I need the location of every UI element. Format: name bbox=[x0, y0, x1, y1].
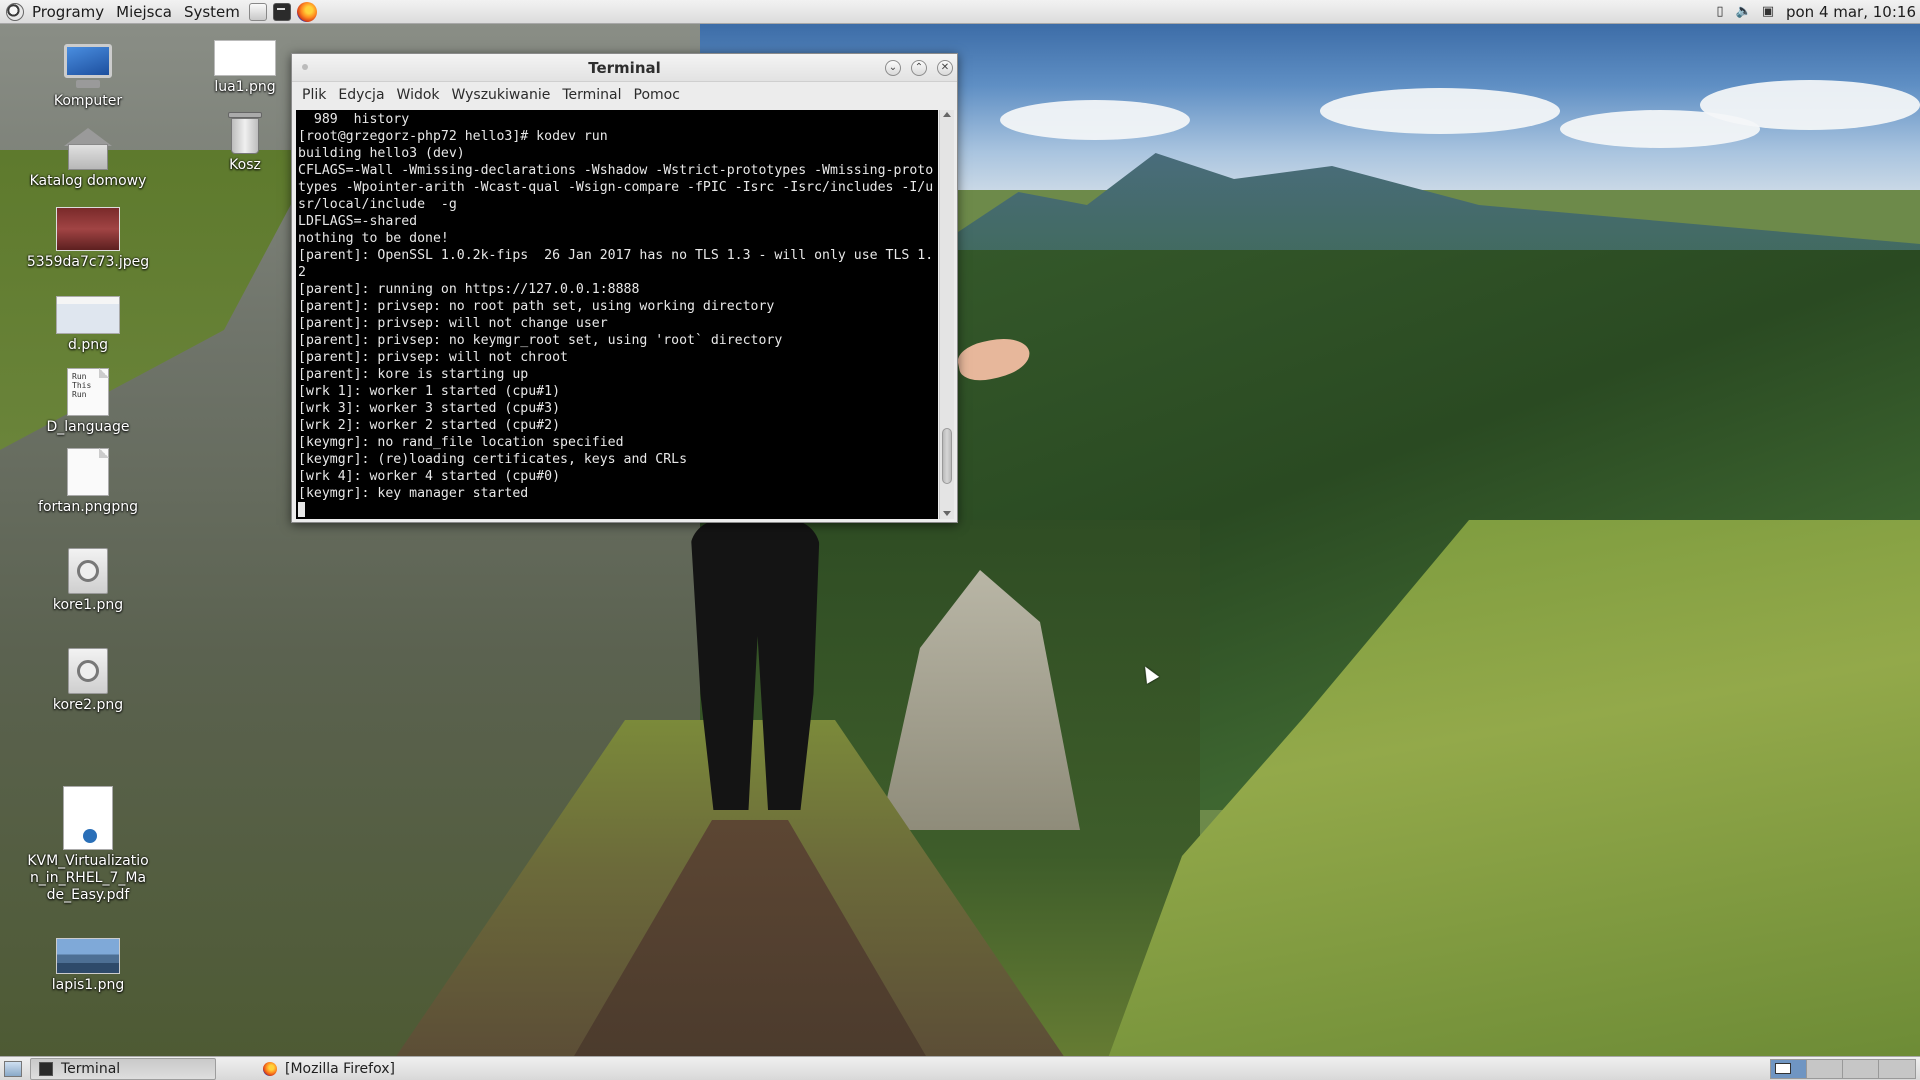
text-file-icon: Run This Run bbox=[67, 368, 109, 416]
top-panel: Programy Miejsca System ▯ 🔈 ▣ pon 4 mar,… bbox=[0, 0, 1920, 24]
terminal-line: [root@grzegorz-php72 hello3]# kodev run bbox=[298, 129, 608, 144]
desktop-icon-label: kore2.png bbox=[52, 697, 124, 713]
image-icon bbox=[56, 938, 120, 974]
terminal-line: [keymgr]: key manager started bbox=[298, 486, 529, 501]
workspace-4[interactable] bbox=[1879, 1059, 1915, 1078]
terminal-menubar: Plik Edycja Widok Wyszukiwanie Terminal … bbox=[292, 82, 957, 108]
bottom-panel: Terminal [Mozilla Firefox] bbox=[0, 1056, 1920, 1080]
scroll-down-arrow-icon[interactable] bbox=[943, 511, 951, 516]
desktop-icon-label: Katalog domowy bbox=[29, 173, 147, 189]
battery-icon[interactable]: ▯ bbox=[1712, 4, 1728, 20]
computer-icon bbox=[62, 44, 114, 90]
terminal-line: [wrk 4]: worker 4 started (cpu#0) bbox=[298, 469, 561, 484]
taskbar-item-firefox[interactable]: [Mozilla Firefox] bbox=[254, 1058, 514, 1080]
desktop-icon-computer[interactable]: Komputer bbox=[18, 44, 158, 110]
terminal-output: 989 history [root@grzegorz-php72 hello3]#… bbox=[296, 110, 938, 519]
desktop-icon-d-language[interactable]: Run This Run D_language bbox=[18, 368, 158, 436]
workspace-2[interactable] bbox=[1807, 1059, 1843, 1078]
terminal-line: [parent]: running on https://127.0.0.1:8… bbox=[298, 282, 640, 297]
distro-logo-icon[interactable] bbox=[6, 2, 24, 21]
terminal-line: [parent]: privsep: will not chroot bbox=[298, 350, 568, 365]
desktop-icon-label: 5359da7c73.jpeg bbox=[26, 254, 150, 270]
desktop-icon-kvm-pdf[interactable]: KVM_Virtualization_in_RHEL_7_Made_Easy.p… bbox=[18, 786, 158, 904]
show-desktop-icon[interactable] bbox=[4, 1060, 22, 1077]
terminal-line: [wrk 2]: worker 2 started (cpu#2) bbox=[298, 418, 561, 433]
window-titlebar[interactable]: Terminal ⌄ ⌃ ✕ bbox=[292, 54, 957, 82]
window-title: Terminal bbox=[588, 59, 661, 77]
scrollbar-thumb[interactable] bbox=[942, 427, 952, 484]
taskbar-item-terminal[interactable]: Terminal bbox=[30, 1057, 216, 1080]
pdf-icon bbox=[63, 786, 113, 850]
firefox-icon bbox=[263, 1061, 277, 1076]
terminal-line: [wrk 1]: worker 1 started (cpu#1) bbox=[298, 384, 561, 399]
desktop-icon-label: lapis1.png bbox=[51, 977, 125, 993]
terminal-line: [wrk 3]: worker 3 started (cpu#3) bbox=[298, 401, 561, 416]
close-icon[interactable]: ✕ bbox=[937, 60, 953, 76]
workspace-3[interactable] bbox=[1843, 1059, 1879, 1078]
terminal-icon bbox=[39, 1061, 53, 1076]
desktop-icon-label: d.png bbox=[68, 337, 108, 353]
media-file-icon bbox=[68, 648, 108, 694]
trash-icon bbox=[228, 110, 262, 154]
volume-icon[interactable]: 🔈 bbox=[1736, 4, 1752, 20]
desktop-icon-lapis1[interactable]: lapis1.png bbox=[18, 938, 158, 994]
image-icon bbox=[56, 207, 120, 251]
taskbar-item-label: Terminal bbox=[61, 1060, 121, 1077]
taskbar-item-label: [Mozilla Firefox] bbox=[285, 1060, 395, 1077]
workspace-1[interactable] bbox=[1771, 1059, 1807, 1078]
desktop-icon-label: kore1.png bbox=[52, 597, 124, 613]
terminal-output-area[interactable]: 989 history [root@grzegorz-php72 hello3]#… bbox=[296, 110, 938, 519]
terminal-line: nothing to be done! bbox=[298, 231, 449, 246]
files-launcher-icon[interactable] bbox=[248, 2, 267, 21]
maximize-icon[interactable]: ⌃ bbox=[911, 60, 927, 76]
home-folder-icon bbox=[64, 128, 112, 170]
desktop-icon-label: Komputer bbox=[53, 93, 123, 109]
menu-view[interactable]: Widok bbox=[391, 82, 446, 108]
text-file-icon bbox=[67, 448, 109, 496]
workspace-switcher bbox=[1770, 1058, 1916, 1079]
terminal-line: CFLAGS=-Wall -Wmissing-declarations -Wsh… bbox=[298, 163, 934, 212]
terminal-line: [parent]: privsep: no keymgr_root set, u… bbox=[298, 333, 783, 348]
file-preview: Run This Run bbox=[72, 372, 92, 399]
desktop-icon-kore2[interactable]: kore2.png bbox=[18, 648, 158, 714]
terminal-launcher-icon[interactable] bbox=[272, 2, 291, 21]
media-file-icon bbox=[68, 548, 108, 594]
terminal-line: [parent]: privsep: will not change user bbox=[298, 316, 608, 331]
desktop-icon-jpeg[interactable]: 5359da7c73.jpeg bbox=[18, 207, 158, 271]
firefox-launcher-icon[interactable] bbox=[296, 1, 317, 22]
terminal-scrollbar[interactable] bbox=[939, 110, 954, 519]
menu-help[interactable]: Pomoc bbox=[628, 82, 686, 108]
scroll-up-arrow-icon[interactable] bbox=[943, 112, 951, 117]
desktop-icon-label: D_language bbox=[46, 419, 130, 435]
terminal-line: [parent]: privsep: no root path set, usi… bbox=[298, 299, 775, 314]
menu-terminal[interactable]: Terminal bbox=[556, 82, 627, 108]
terminal-line: building hello3 (dev) bbox=[298, 146, 465, 161]
text-cursor bbox=[298, 502, 305, 517]
terminal-window[interactable]: Terminal ⌄ ⌃ ✕ Plik Edycja Widok Wyszuki… bbox=[291, 53, 958, 523]
desktop-icon-label: KVM_Virtualization_in_RHEL_7_Made_Easy.p… bbox=[27, 853, 149, 903]
desktop-icon-home[interactable]: Katalog domowy bbox=[18, 128, 158, 190]
clock[interactable]: pon 4 mar, 10:16 bbox=[1780, 3, 1920, 21]
terminal-line: [keymgr]: (re)loading certificates, keys… bbox=[298, 452, 688, 467]
menu-file[interactable]: Plik bbox=[296, 82, 332, 108]
image-icon bbox=[56, 296, 120, 334]
terminal-prompt-line bbox=[298, 502, 936, 519]
terminal-line: 989 history bbox=[298, 112, 410, 127]
terminal-line: [parent]: kore is starting up bbox=[298, 367, 529, 382]
desktop-icon-label: fortan.pngpng bbox=[38, 499, 138, 515]
desktop-icon-kore1[interactable]: kore1.png bbox=[18, 548, 158, 614]
menu-edit[interactable]: Edycja bbox=[332, 82, 390, 108]
menu-places[interactable]: Miejsca bbox=[110, 0, 178, 24]
menu-system[interactable]: System bbox=[178, 0, 246, 24]
terminal-line: LDFLAGS=-shared bbox=[298, 214, 418, 229]
menu-applications[interactable]: Programy bbox=[26, 0, 110, 24]
terminal-line: [keymgr]: no rand_file location specifie… bbox=[298, 435, 624, 450]
terminal-line: [parent]: OpenSSL 1.0.2k-fips 26 Jan 201… bbox=[298, 248, 934, 280]
image-icon bbox=[214, 40, 276, 76]
desktop-icon-d-png[interactable]: d.png bbox=[18, 296, 158, 354]
network-icon[interactable]: ▣ bbox=[1760, 4, 1776, 20]
minimize-icon[interactable]: ⌄ bbox=[885, 60, 901, 76]
desktop-icon-fortan[interactable]: fortan.pngpng bbox=[18, 448, 158, 516]
menu-search[interactable]: Wyszukiwanie bbox=[446, 82, 557, 108]
